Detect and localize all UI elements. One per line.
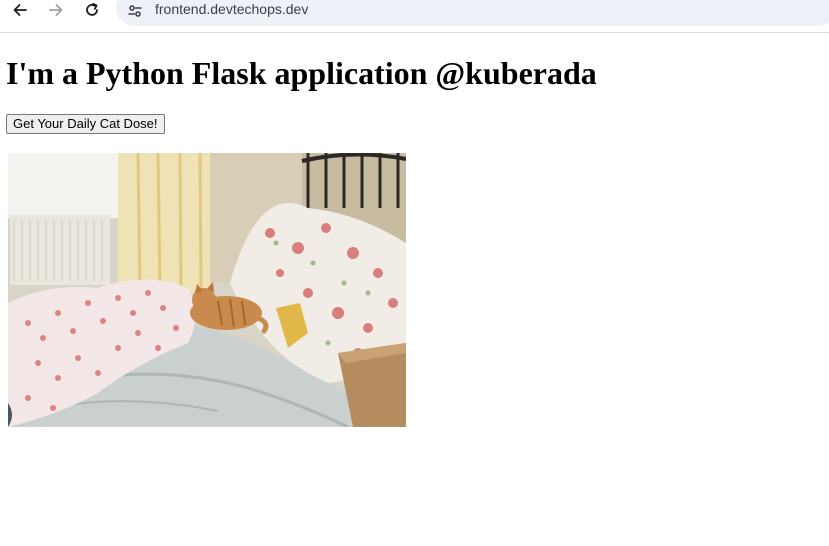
url-text[interactable]: frontend.devtechops.dev (155, 1, 308, 17)
get-cat-button[interactable]: Get Your Daily Cat Dose! (6, 114, 165, 134)
reload-button[interactable] (78, 0, 106, 20)
page-title: I'm a Python Flask application @kuberada (6, 55, 597, 91)
browser-toolbar: frontend.devtechops.dev (0, 0, 829, 33)
cat-photo (8, 153, 406, 427)
back-arrow-icon (13, 4, 27, 16)
site-info-button[interactable] (124, 0, 146, 22)
forward-arrow-icon (49, 4, 63, 16)
back-button[interactable] (6, 0, 34, 20)
address-bar[interactable]: frontend.devtechops.dev (116, 0, 829, 26)
reload-icon (86, 2, 98, 16)
site-settings-icon (128, 5, 142, 17)
forward-button[interactable] (42, 0, 70, 20)
